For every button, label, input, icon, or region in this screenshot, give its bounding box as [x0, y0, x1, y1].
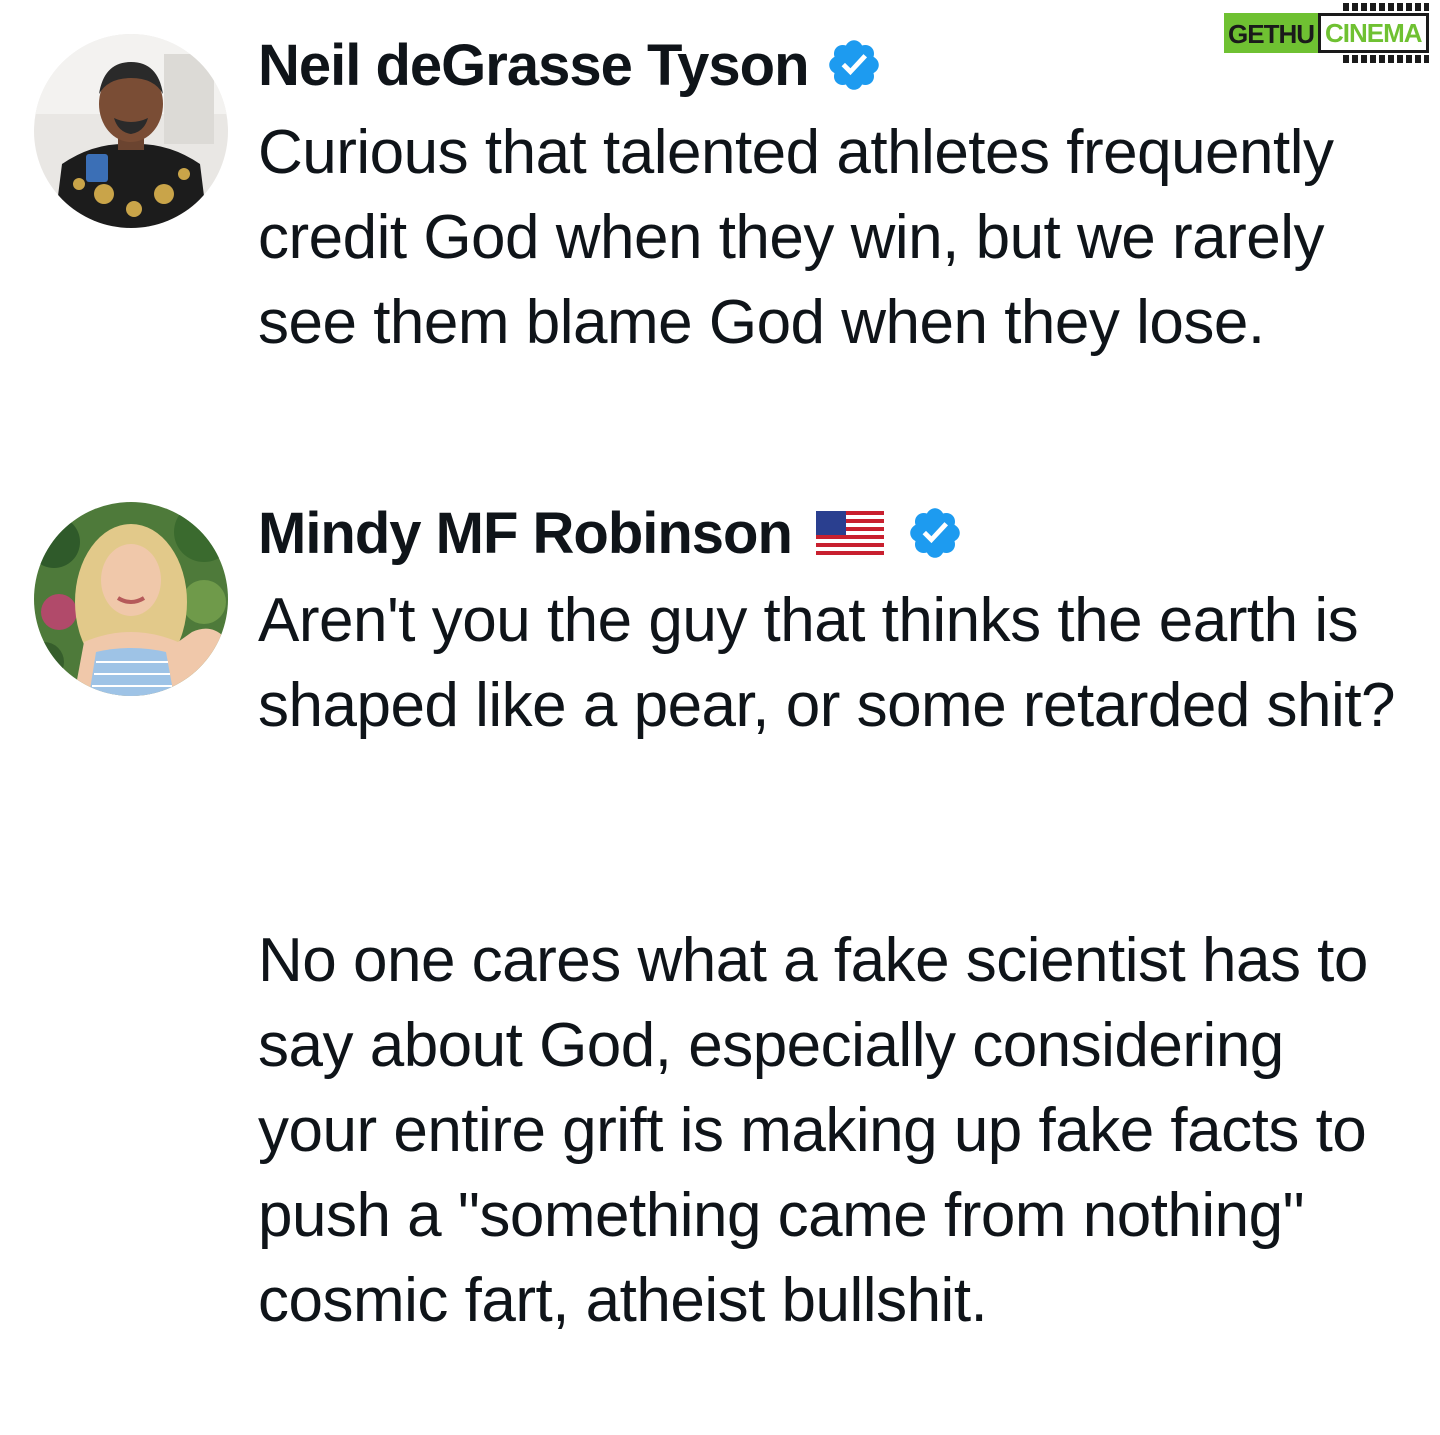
watermark-text-left: GETHU — [1224, 13, 1318, 53]
tweet-text: Aren't you the guy that thinks the earth… — [258, 586, 1396, 740]
tweet-text: No one cares what a fake scientist has t… — [258, 926, 1368, 1335]
author-row: Mindy MF Robinson — [258, 498, 964, 568]
author-row: Neil deGrasse Tyson — [258, 30, 883, 100]
watermark-text-right-label: CINEMA — [1325, 18, 1423, 48]
watermark-text-right: CINEMA — [1318, 3, 1429, 63]
us-flag-icon — [815, 511, 884, 555]
author-name[interactable]: Neil deGrasse Tyson — [258, 32, 809, 99]
film-strip-icon — [1343, 3, 1429, 11]
watermark-logo: GETHU CINEMA — [1224, 3, 1436, 63]
avatar[interactable] — [34, 34, 228, 228]
author-name[interactable]: Mindy MF Robinson — [258, 500, 793, 567]
neil-avatar-icon — [34, 34, 228, 228]
film-strip-icon — [1343, 55, 1429, 63]
mindy-avatar-icon — [34, 502, 228, 696]
verified-badge-icon — [910, 508, 960, 558]
tweet-text: Curious that talented athletes frequentl… — [258, 118, 1334, 357]
avatar[interactable] — [34, 502, 228, 696]
verified-badge-icon — [828, 40, 879, 90]
